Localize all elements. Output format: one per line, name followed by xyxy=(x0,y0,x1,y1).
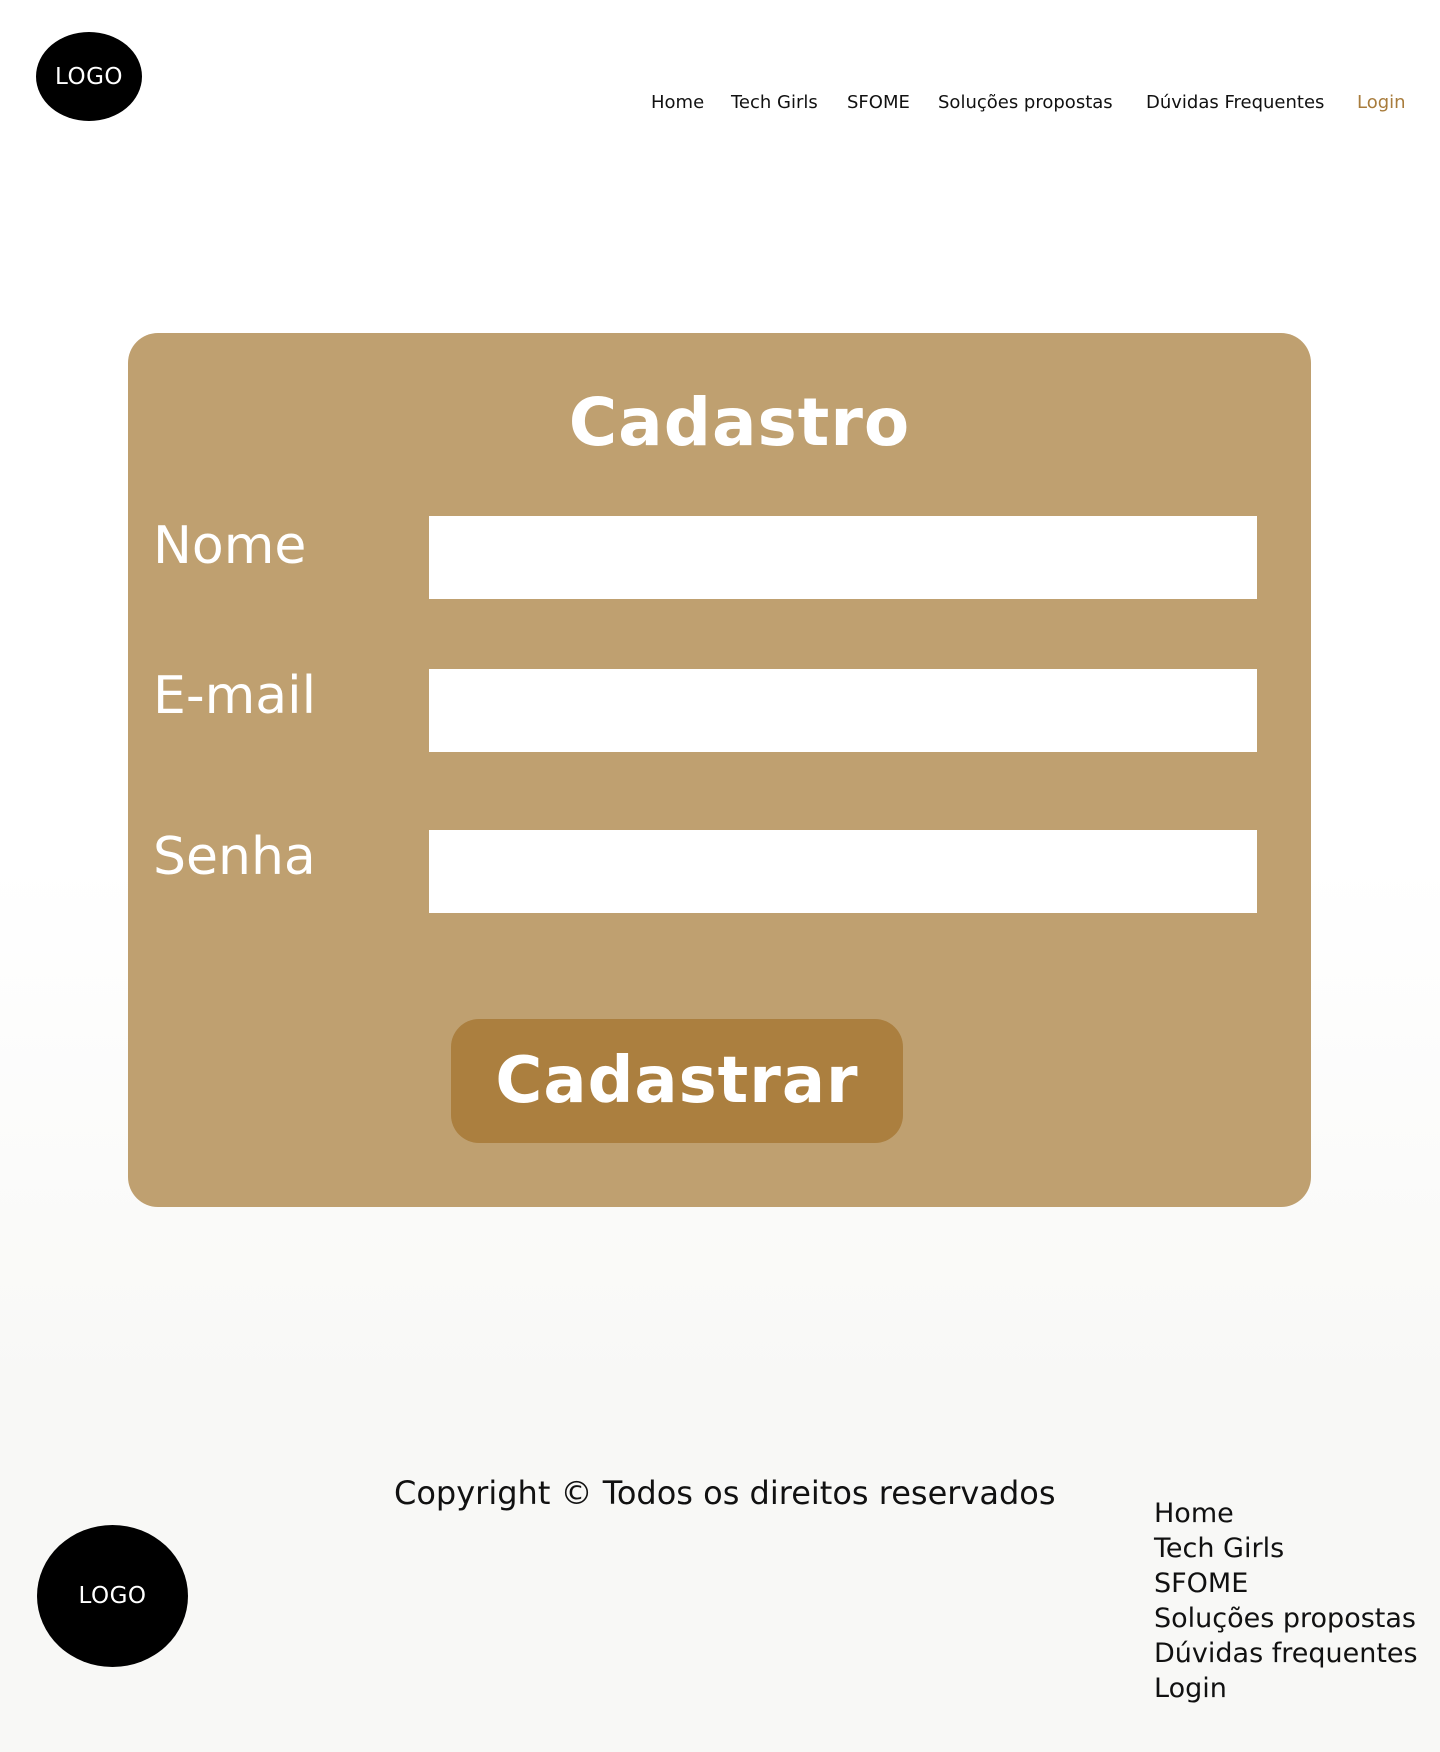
email-input[interactable] xyxy=(429,669,1257,752)
footer-nav-item-solucoes-propostas[interactable]: Soluções propostas xyxy=(1154,1601,1434,1636)
footer-nav-item-login[interactable]: Login xyxy=(1154,1671,1434,1706)
copyright-text: Copyright © Todos os direitos reservados xyxy=(394,1474,1056,1512)
footer-nav: Home Tech Girls SFOME Soluções propostas… xyxy=(1154,1496,1434,1706)
header-nav: Home Tech Girls SFOME Soluções propostas… xyxy=(0,90,1440,116)
nav-item-solucoes-propostas[interactable]: Soluções propostas xyxy=(938,90,1113,116)
header-logo-text: LOGO xyxy=(54,63,124,90)
nav-item-duvidas-frequentes[interactable]: Dúvidas Frequentes xyxy=(1146,90,1324,116)
signup-form: Cadastro Nome E-mail Senha Cadastrar xyxy=(128,333,1311,1207)
form-title: Cadastro xyxy=(568,384,911,461)
name-input[interactable] xyxy=(429,516,1257,599)
cadastrar-button-label: Cadastrar xyxy=(495,1044,859,1118)
password-label: Senha xyxy=(153,827,316,887)
footer-logo[interactable]: LOGO xyxy=(37,1525,188,1667)
footer-nav-item-home[interactable]: Home xyxy=(1154,1496,1434,1531)
name-label: Nome xyxy=(153,516,307,576)
nav-item-login[interactable]: Login xyxy=(1357,90,1406,116)
footer-nav-item-duvidas-frequentes[interactable]: Dúvidas frequentes xyxy=(1154,1636,1434,1671)
nav-item-tech-girls[interactable]: Tech Girls xyxy=(731,90,818,116)
password-input[interactable] xyxy=(429,830,1257,913)
footer-nav-item-sfome[interactable]: SFOME xyxy=(1154,1566,1434,1601)
footer-nav-item-tech-girls[interactable]: Tech Girls xyxy=(1154,1531,1434,1566)
email-label: E-mail xyxy=(153,666,317,726)
nav-item-sfome[interactable]: SFOME xyxy=(847,90,910,116)
cadastrar-button[interactable]: Cadastrar xyxy=(451,1019,903,1143)
footer-logo-text: LOGO xyxy=(78,1583,147,1609)
nav-item-home[interactable]: Home xyxy=(651,90,704,116)
